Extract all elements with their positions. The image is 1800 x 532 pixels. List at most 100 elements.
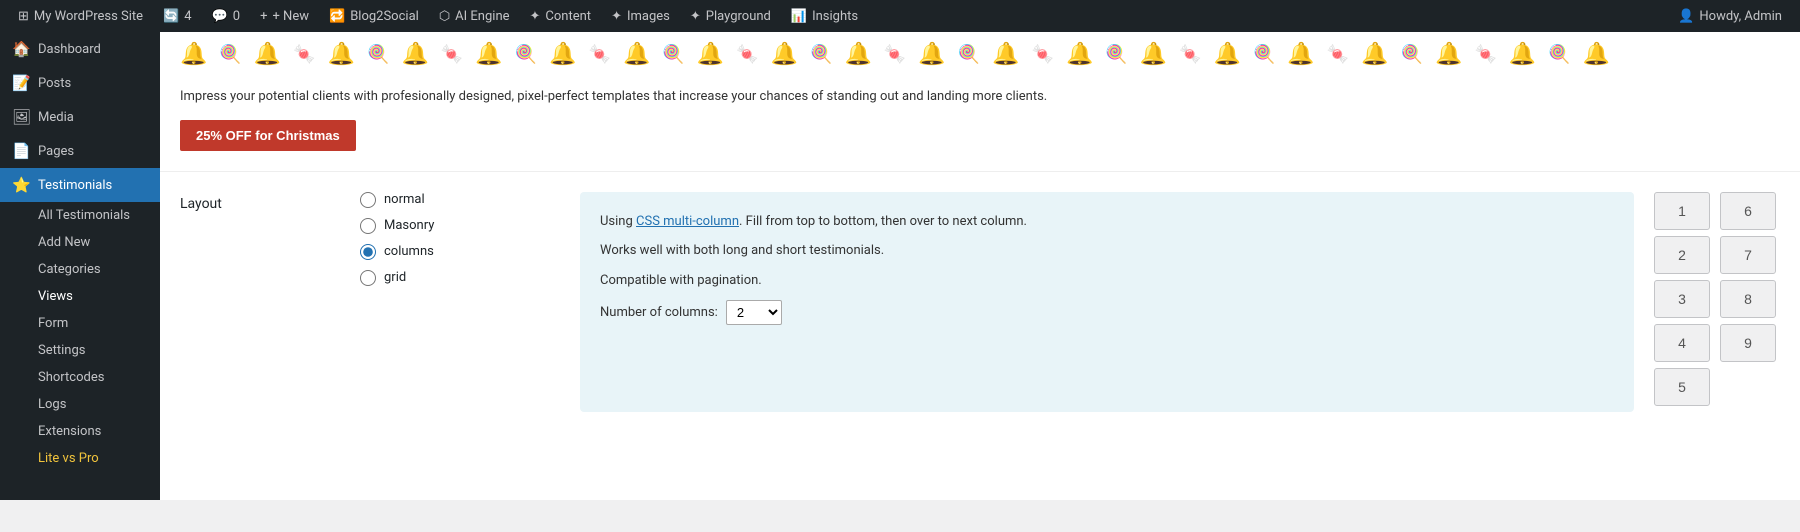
candy-icon-5: 🍭 — [515, 44, 537, 65]
playground-label: Playground — [706, 9, 771, 24]
bell-icon-10: 🔔 — [844, 42, 871, 67]
num-columns-select[interactable]: 1 2 3 4 5 6 — [726, 300, 782, 325]
media-icon: 🖼 — [12, 108, 30, 126]
layout-section: Layout normal Masonry columns grid Using… — [160, 172, 1800, 432]
decoration-strip: 🔔 🍭 🔔 🍬 🔔 🍭 🔔 🍬 🔔 🍭 🔔 🍬 🔔 🍭 🔔 🍬 🔔 🍭 🔔 — [180, 42, 1780, 67]
sidebar-item-dashboard[interactable]: 🏠 Dashboard — [0, 32, 160, 66]
radio-grid[interactable]: grid — [360, 270, 560, 286]
bell-icon: 🔔 — [180, 42, 207, 67]
radio-masonry[interactable]: Masonry — [360, 218, 560, 234]
new-label: + New — [272, 9, 309, 24]
bell-icon-18: 🔔 — [1435, 42, 1462, 67]
bell-icon-2: 🔔 — [254, 42, 281, 67]
sidebar-item-media[interactable]: 🖼 Media — [0, 100, 160, 134]
bell-icon-11: 🔔 — [918, 42, 945, 67]
comments-count: 0 — [233, 9, 240, 24]
adminbar-content[interactable]: ✦ Content — [520, 0, 602, 32]
testimonials-label: Testimonials — [38, 178, 112, 193]
adminbar-images[interactable]: ✦ Images — [601, 0, 680, 32]
radio-columns-input[interactable] — [360, 244, 376, 260]
col-num-7-button[interactable]: 7 — [1720, 236, 1776, 274]
christmas-decoration: 🔔 🍭 🔔 🍬 🔔 🍭 🔔 🍬 🔔 🍭 🔔 🍬 🔔 🍭 🔔 🍬 🔔 🍭 🔔 — [180, 32, 1780, 77]
user-avatar: 👤 — [1678, 9, 1694, 24]
layout-label: Layout — [180, 192, 360, 412]
radio-normal-label: normal — [384, 192, 425, 207]
col-num-8-button[interactable]: 8 — [1720, 280, 1776, 318]
bell-icon-4: 🔔 — [401, 42, 428, 67]
adminbar-site[interactable]: ⊞ My WordPress Site — [8, 0, 153, 32]
candy-icon-12: 🍬 — [1032, 44, 1054, 65]
css-multi-column-link[interactable]: CSS multi-column — [636, 214, 739, 229]
candy-icon-2: 🍬 — [293, 44, 315, 65]
sidebar-item-shortcodes[interactable]: Shortcodes — [0, 364, 160, 391]
candy-icon-6: 🍬 — [589, 44, 611, 65]
col-num-1-button[interactable]: 1 — [1654, 192, 1710, 230]
testimonials-icon: ⭐ — [12, 176, 30, 194]
lite-vs-pro-label: Lite vs Pro — [38, 451, 99, 466]
all-testimonials-label: All Testimonials — [38, 208, 130, 223]
adminbar-new[interactable]: + + New — [250, 0, 319, 32]
sidebar-item-form[interactable]: Form — [0, 310, 160, 337]
sidebar-item-categories[interactable]: Categories — [0, 256, 160, 283]
col-num-5-button[interactable]: 5 — [1654, 368, 1710, 406]
images-label: Images — [627, 9, 670, 24]
sidebar-item-settings[interactable]: Settings — [0, 337, 160, 364]
candy-icon-11: 🍭 — [958, 44, 980, 65]
col-num-3-button[interactable]: 3 — [1654, 280, 1710, 318]
sidebar-item-extensions[interactable]: Extensions — [0, 418, 160, 445]
radio-grid-input[interactable] — [360, 270, 376, 286]
bell-icon-9: 🔔 — [771, 42, 798, 67]
adminbar-comments[interactable]: 💬 0 — [202, 0, 251, 32]
images-icon: ✦ — [611, 9, 622, 24]
categories-label: Categories — [38, 262, 101, 277]
radio-normal[interactable]: normal — [360, 192, 560, 208]
adminbar-user[interactable]: 👤 Howdy, Admin — [1668, 0, 1792, 32]
sidebar-item-testimonials[interactable]: ⭐ Testimonials — [0, 168, 160, 202]
wp-icon: ⊞ — [18, 9, 29, 24]
sidebar-item-views[interactable]: Views — [0, 283, 160, 310]
radio-grid-label: grid — [384, 270, 406, 285]
candy-icon-19: 🍭 — [1548, 44, 1570, 65]
adminbar-blog2social[interactable]: 🔁 Blog2Social — [319, 0, 429, 32]
adminbar-playground[interactable]: ✦ Playground — [680, 0, 781, 32]
col-num-9-button[interactable]: 9 — [1720, 324, 1776, 362]
col-num-2-button[interactable]: 2 — [1654, 236, 1710, 274]
sidebar-item-logs[interactable]: Logs — [0, 391, 160, 418]
candy-icon-16: 🍬 — [1327, 44, 1349, 65]
radio-masonry-label: Masonry — [384, 218, 434, 233]
sidebar-item-all-testimonials[interactable]: All Testimonials — [0, 202, 160, 229]
main-content: 🔔 🍭 🔔 🍬 🔔 🍭 🔔 🍬 🔔 🍭 🔔 🍬 🔔 🍭 🔔 🍬 🔔 🍭 🔔 — [160, 32, 1800, 500]
adminbar-updates[interactable]: 🔄 4 — [153, 0, 202, 32]
candy-icon-4: 🍬 — [441, 44, 463, 65]
banner-description: Impress your potential clients with prof… — [180, 87, 1780, 108]
sidebar-item-pages[interactable]: 📄 Pages — [0, 134, 160, 168]
candy-icon-14: 🍬 — [1179, 44, 1201, 65]
sidebar-item-lite-vs-pro[interactable]: Lite vs Pro — [0, 445, 160, 472]
radio-masonry-input[interactable] — [360, 218, 376, 234]
bell-icon-3: 🔔 — [328, 42, 355, 67]
candy-icon-3: 🍭 — [367, 44, 389, 65]
radio-columns[interactable]: columns — [360, 244, 560, 260]
radio-normal-input[interactable] — [360, 192, 376, 208]
form-label: Form — [38, 316, 68, 331]
col-num-4-button[interactable]: 4 — [1654, 324, 1710, 362]
extensions-label: Extensions — [38, 424, 101, 439]
bell-icon-14: 🔔 — [1140, 42, 1167, 67]
candy-icon-18: 🍬 — [1474, 44, 1496, 65]
adminbar-insights[interactable]: 📊 Insights — [781, 0, 868, 32]
settings-label: Settings — [38, 343, 85, 358]
posts-icon: 📝 — [12, 74, 30, 92]
col-num-6-button[interactable]: 6 — [1720, 192, 1776, 230]
add-new-label: Add New — [38, 235, 90, 250]
bell-icon-8: 🔔 — [697, 42, 724, 67]
bell-icon-15: 🔔 — [1214, 42, 1241, 67]
sidebar-item-posts[interactable]: 📝 Posts — [0, 66, 160, 100]
sidebar-item-add-new[interactable]: Add New — [0, 229, 160, 256]
views-label: Views — [38, 289, 73, 304]
bell-icon-17: 🔔 — [1361, 42, 1388, 67]
christmas-cta-button[interactable]: 25% OFF for Christmas — [180, 120, 356, 151]
ai-icon: ⬡ — [439, 9, 450, 24]
candy-icon: 🍭 — [219, 44, 241, 65]
adminbar-ai-engine[interactable]: ⬡ AI Engine — [429, 0, 520, 32]
layout-options: normal Masonry columns grid — [360, 192, 560, 412]
